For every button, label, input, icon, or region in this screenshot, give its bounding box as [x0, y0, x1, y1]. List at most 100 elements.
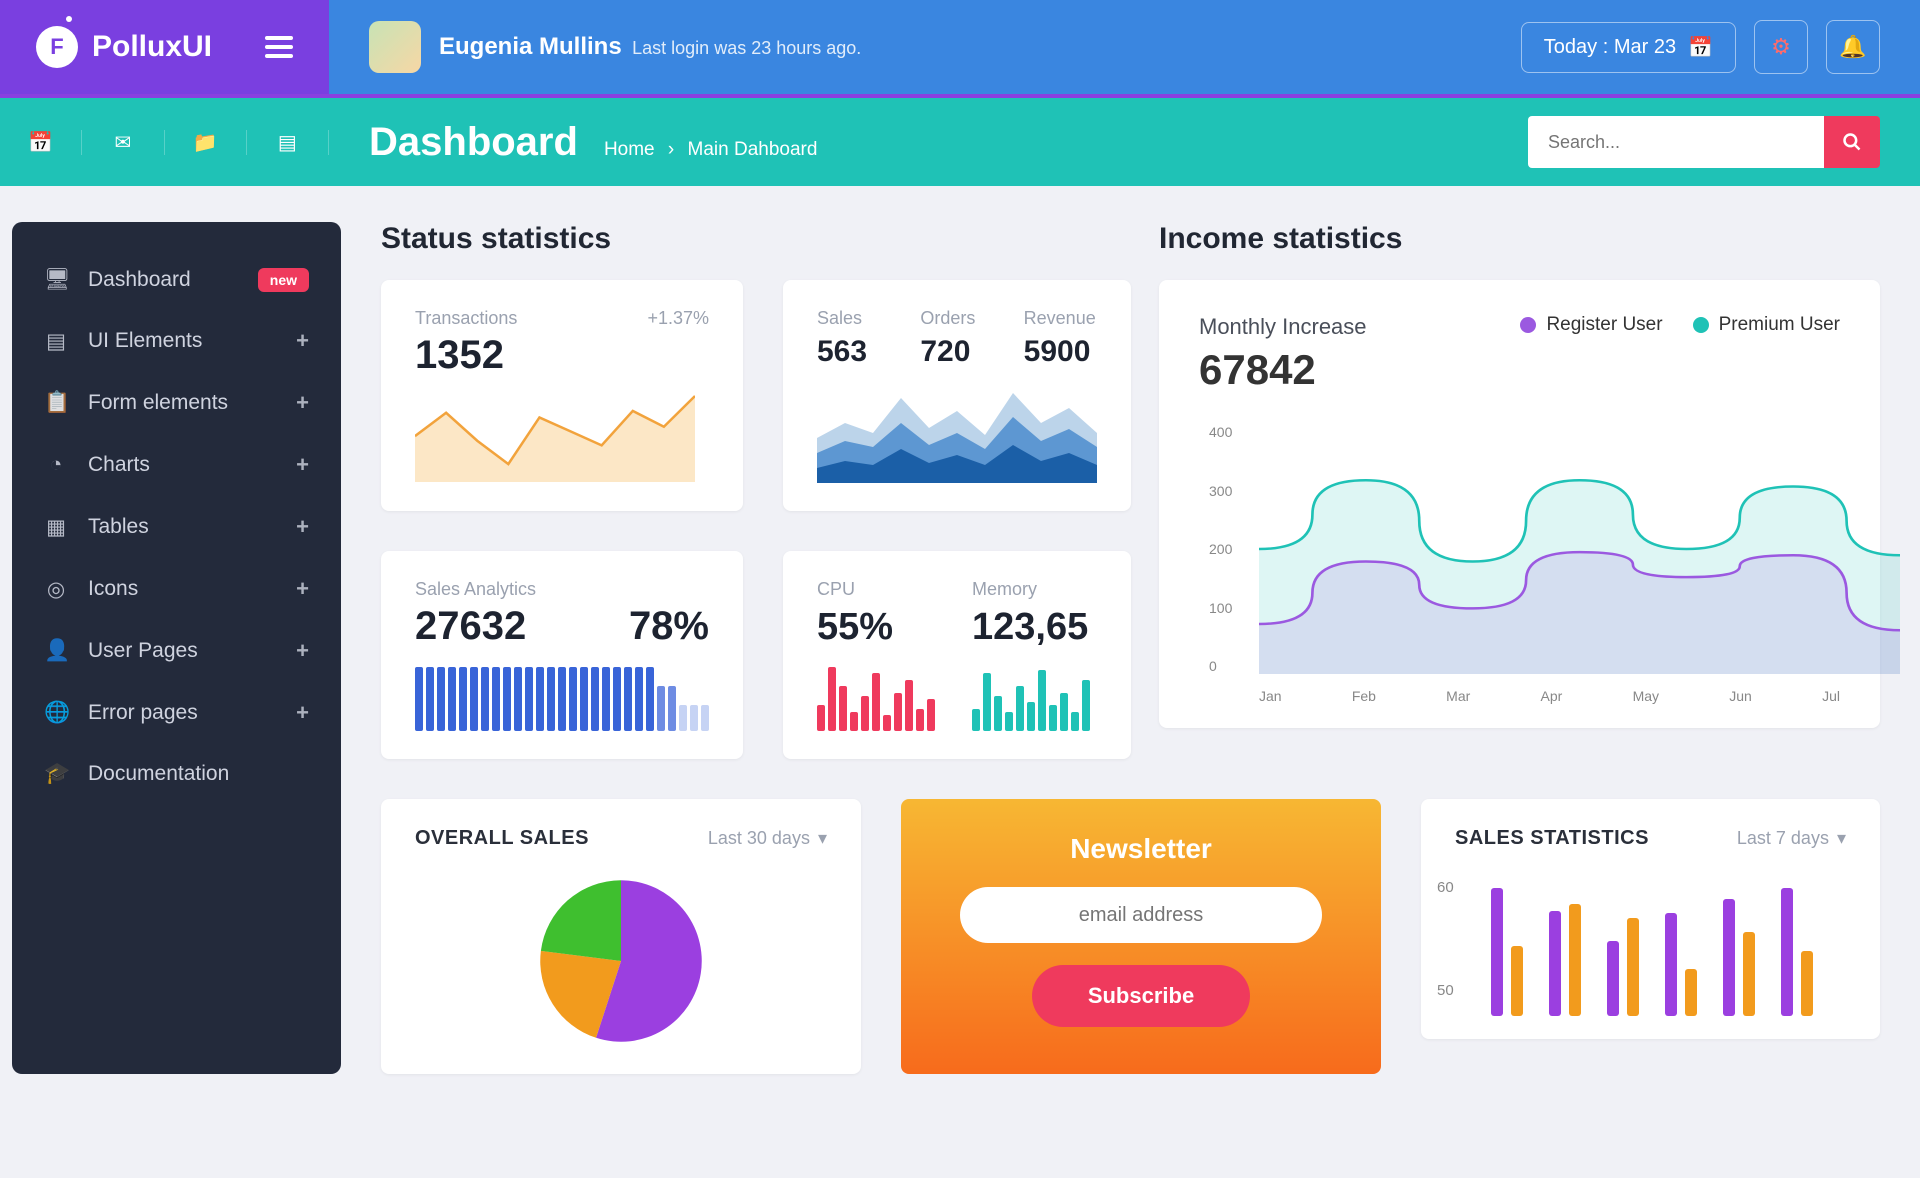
- topbar-main: Eugenia Mullins Last login was 23 hours …: [329, 0, 1920, 94]
- orders-label: Orders: [920, 308, 993, 329]
- chevron-right-icon: ›: [668, 139, 674, 160]
- mail-icon: ✉: [114, 130, 131, 155]
- sidebar-item-documentation[interactable]: 🎓 Documentation: [12, 744, 341, 804]
- bottom-row: OVERALL SALES Last 30 days ▾ Newsletter …: [381, 799, 1880, 1074]
- newsletter-email-input[interactable]: [960, 887, 1323, 943]
- subheader: 📅 ✉ 📁 ▤ Dashboard Home › Main Dahboard: [0, 98, 1920, 186]
- shortcut-document[interactable]: ▤: [247, 130, 329, 155]
- user-block[interactable]: Eugenia Mullins Last login was 23 hours …: [369, 21, 861, 73]
- top-actions: Today : Mar 23 📅 ⚙ 🔔: [1521, 20, 1880, 74]
- sidebar-item-icons[interactable]: ◎Icons +: [12, 558, 341, 620]
- range-selector[interactable]: Last 7 days ▾: [1737, 828, 1846, 849]
- analytics-label: Sales Analytics: [415, 579, 536, 599]
- hamburger-icon[interactable]: [265, 31, 293, 63]
- analytics-value: 27632: [415, 604, 526, 649]
- card-sales-orders-revenue: Sales563 Orders720 Revenue5900: [783, 280, 1131, 511]
- shortcut-folder[interactable]: 📁: [165, 130, 247, 155]
- card-overall-sales: OVERALL SALES Last 30 days ▾: [381, 799, 861, 1074]
- document-icon: ▤: [278, 130, 297, 155]
- pie-chart-icon: ◔: [44, 453, 68, 477]
- sales-label: Sales: [817, 308, 890, 329]
- brand-block: F PolluxUI: [0, 0, 329, 94]
- brand-name: PolluxUI: [92, 30, 212, 64]
- overall-sales-title: OVERALL SALES: [415, 827, 589, 850]
- globe-icon: 🌐: [44, 701, 68, 725]
- sidebar-item-label: Dashboard: [88, 268, 191, 292]
- income-y-axis: 4003002001000: [1209, 424, 1232, 674]
- revenue-label: Revenue: [1024, 308, 1097, 329]
- plus-icon: +: [296, 328, 309, 354]
- sidebar-item-user-pages[interactable]: 👤 User Pages +: [12, 620, 341, 682]
- sidebar-item-label: User Pages: [88, 639, 198, 663]
- user-plus-icon: 👤: [44, 639, 68, 663]
- gear-icon: ⚙: [1771, 34, 1791, 60]
- memory-label: Memory: [972, 579, 1097, 600]
- card-sales-analytics: Sales Analytics 27632 78%: [381, 551, 743, 759]
- transactions-sparkline: [415, 392, 695, 482]
- range-label: Last 30 days: [708, 828, 810, 849]
- sidebar-item-label: UI Elements: [88, 329, 202, 353]
- cpu-value: 55%: [817, 606, 942, 649]
- sidebar-item-form-elements[interactable]: 📋 Form elements +: [12, 372, 341, 434]
- sidebar-item-tables[interactable]: ▦Tables +: [12, 496, 341, 558]
- plus-icon: +: [296, 452, 309, 478]
- sidebar-item-charts[interactable]: ◔ Charts +: [12, 434, 341, 496]
- shortcut-calendar[interactable]: 📅: [0, 130, 82, 155]
- orders-value: 720: [920, 335, 993, 369]
- sidebar-item-dashboard[interactable]: 🖥Dashboard new: [12, 250, 341, 310]
- income-line-chart: [1259, 424, 1900, 674]
- content: Status statistics Transactions +1.37% 13…: [381, 222, 1880, 1074]
- memory-barchart: [972, 667, 1097, 731]
- analytics-barchart: [415, 667, 709, 731]
- sidebar-item-label: Form elements: [88, 391, 228, 415]
- plus-icon: +: [296, 638, 309, 664]
- breadcrumb: Home › Main Dahboard: [604, 139, 818, 161]
- search-input[interactable]: [1528, 116, 1824, 168]
- chevron-down-icon: ▾: [818, 828, 827, 849]
- brand-logo-icon: F: [36, 26, 78, 68]
- status-section: Status statistics Transactions +1.37% 13…: [381, 222, 1119, 759]
- cpu-barchart: [817, 667, 942, 731]
- breadcrumb-home[interactable]: Home: [604, 139, 655, 160]
- brand[interactable]: F PolluxUI: [36, 26, 212, 68]
- search-button[interactable]: [1824, 116, 1880, 168]
- plus-icon: +: [296, 514, 309, 540]
- page-title: Dashboard: [369, 120, 578, 165]
- shortcut-mail[interactable]: ✉: [82, 130, 164, 155]
- sales-stats-y-axis: 6050: [1437, 879, 1454, 999]
- income-section: Income statistics Monthly Increase 67842…: [1159, 222, 1880, 759]
- monitor-icon: 🖥: [44, 268, 68, 292]
- subscribe-button[interactable]: Subscribe: [1032, 965, 1250, 1027]
- sidebar-item-label: Error pages: [88, 701, 198, 725]
- sales-stats-bars: [1491, 876, 1846, 1016]
- sidebar-item-label: Documentation: [88, 762, 229, 786]
- settings-button[interactable]: ⚙: [1754, 20, 1808, 74]
- income-chart: 4003002001000 JanFebMarAprMayJunJul: [1199, 424, 1840, 704]
- notifications-button[interactable]: 🔔: [1826, 20, 1880, 74]
- legend-premium: Premium User: [1719, 314, 1840, 336]
- clipboard-icon: 📋: [44, 391, 68, 415]
- user-name: Eugenia Mullins: [439, 33, 622, 61]
- grid-icon: ▦: [44, 515, 68, 540]
- range-selector[interactable]: Last 30 days ▾: [708, 828, 827, 849]
- shortcut-strip: 📅 ✉ 📁 ▤: [0, 130, 329, 155]
- overall-sales-pie: [511, 876, 731, 1046]
- subheader-main: Dashboard Home › Main Dahboard: [329, 116, 1920, 168]
- book-icon: 🎓: [44, 762, 68, 786]
- date-picker-button[interactable]: Today : Mar 23 📅: [1521, 22, 1736, 73]
- search-icon: [1842, 132, 1862, 152]
- transactions-label: Transactions: [415, 308, 517, 328]
- income-legend: Register User Premium User: [1520, 314, 1840, 336]
- target-icon: ◎: [44, 577, 68, 602]
- cpu-label: CPU: [817, 579, 942, 600]
- sidebar-item-error-pages[interactable]: 🌐Error pages +: [12, 682, 341, 744]
- sidebar-item-ui-elements[interactable]: ▤UI Elements +: [12, 310, 341, 372]
- plus-icon: +: [296, 390, 309, 416]
- sidebar-item-label: Charts: [88, 453, 150, 477]
- revenue-value: 5900: [1024, 335, 1097, 369]
- plus-icon: +: [296, 576, 309, 602]
- sidebar: 🖥Dashboard new ▤UI Elements + 📋Form elem…: [12, 222, 341, 1074]
- chevron-down-icon: ▾: [1837, 828, 1846, 849]
- card-newsletter: Newsletter Subscribe: [901, 799, 1381, 1074]
- transactions-change: +1.37%: [647, 308, 709, 329]
